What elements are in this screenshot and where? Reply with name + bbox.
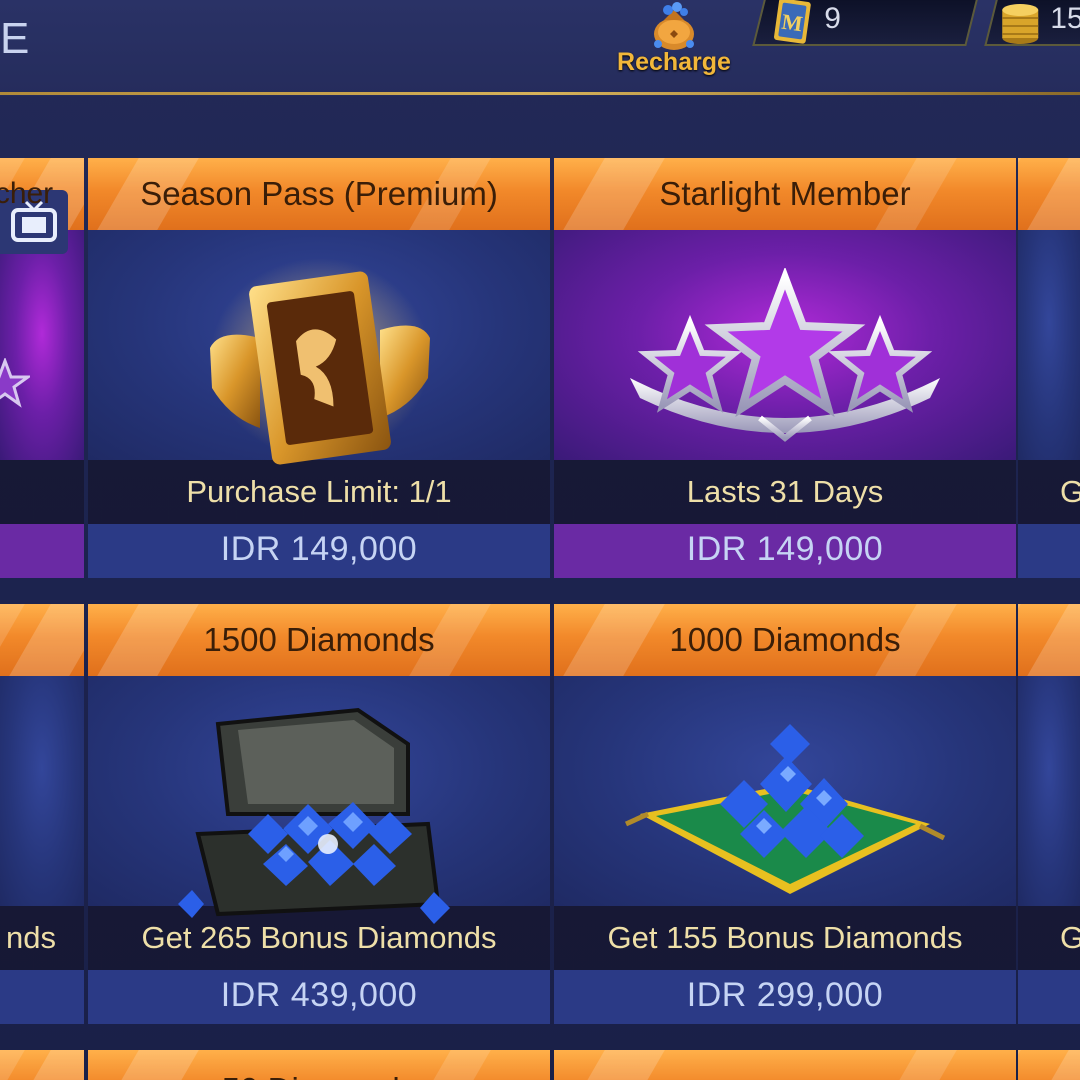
page-title: E (0, 14, 31, 63)
partial-card-bottom-left[interactable] (0, 1050, 84, 1080)
partial-card-title: cher (0, 177, 54, 210)
recharge-label: Recharge (617, 48, 731, 76)
shop-card-1000-diamonds[interactable]: 1000 Diamonds Get 155 Bonus Diamonds IDR… (554, 604, 1016, 1024)
ticket-balance[interactable]: M 9 (752, 0, 978, 46)
card-title: Starlight Member (659, 175, 911, 212)
card-title: MPL ID S9 Anim Pack (10 Days) (554, 1054, 1016, 1080)
mpl-ticket-icon: M (770, 0, 814, 46)
partial-card-bottom-right[interactable] (1018, 1050, 1080, 1080)
shop-card-starlight[interactable]: Starlight Member Lasts 31 Days IDR 149,0… (554, 158, 1016, 578)
partial-card-right-2[interactable]: G (1018, 604, 1080, 1024)
top-bar: E Recharge M 9 15 (0, 0, 1080, 96)
card-note: Lasts 31 Days (554, 460, 1016, 524)
gold-balance[interactable]: 15 (984, 0, 1080, 46)
diamond-chest-icon (158, 704, 478, 934)
card-price[interactable]: IDR 439,000 (88, 970, 550, 1024)
gold-coins-icon (998, 0, 1042, 46)
card-price[interactable]: IDR 299,000 (554, 970, 1016, 1024)
starlight-stars-icon (610, 268, 960, 448)
svg-text:M: M (780, 9, 804, 37)
star-icon (0, 358, 30, 408)
card-title: 1000 Diamonds (669, 621, 901, 658)
partial-card-note: G (1018, 906, 1080, 970)
shop-card-1500-diamonds[interactable]: 1500 Diamonds Get 265 Bonus Diamonds IDR… (88, 604, 550, 1024)
season-pass-icon (200, 258, 440, 478)
shop-card-50-diamonds[interactable]: 50 Diamonds (88, 1050, 550, 1080)
partial-card-left-1[interactable]: cher (0, 158, 84, 578)
diamond-bag-icon (644, 0, 704, 52)
recharge-button[interactable]: Recharge (612, 0, 736, 80)
ticket-count: 9 (824, 2, 841, 35)
partial-card-note: G (1018, 460, 1080, 524)
partial-card-left-2[interactable]: nds (0, 604, 84, 1024)
header-divider (0, 92, 1080, 95)
gold-count: 15 (1050, 2, 1080, 35)
card-title: Season Pass (Premium) (140, 175, 498, 212)
shop-card-season-pass[interactable]: Season Pass (Premium) Purchase Limit: 1/… (88, 158, 550, 578)
card-note: Get 155 Bonus Diamonds (554, 906, 1016, 970)
card-price[interactable]: IDR 149,000 (554, 524, 1016, 578)
partial-card-note: nds (0, 906, 84, 970)
shop-card-mpl-pack[interactable]: MPL ID S9 Anim Pack (10 Days) (554, 1050, 1016, 1080)
partial-card-right-1[interactable]: G (1018, 158, 1080, 578)
card-title: 50 Diamonds (88, 1054, 550, 1080)
card-price[interactable]: IDR 149,000 (88, 524, 550, 578)
card-title: 1500 Diamonds (203, 621, 435, 658)
diamond-carpet-icon (620, 714, 950, 914)
